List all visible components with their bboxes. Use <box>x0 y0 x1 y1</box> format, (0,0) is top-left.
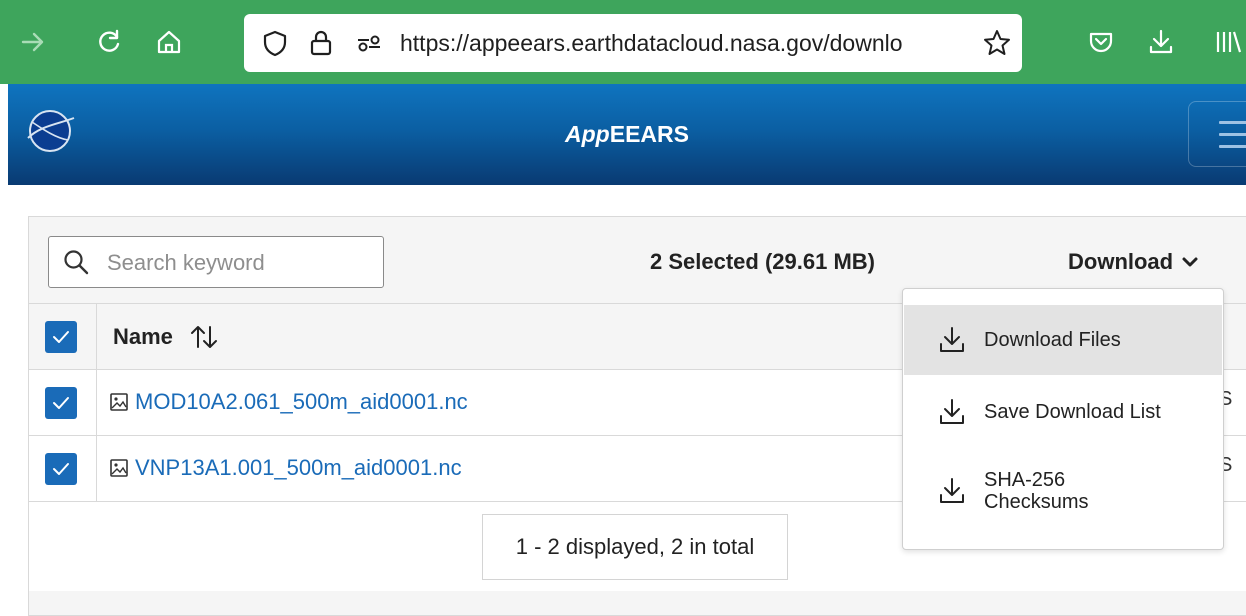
file-cell: VNP13A1.001_500m_aid0001.nc <box>109 453 462 483</box>
checkmark-icon <box>53 463 69 475</box>
menu-line-icon <box>1219 121 1246 124</box>
downloads-button[interactable] <box>1144 22 1178 62</box>
checkmark-icon <box>53 331 69 343</box>
lock-icon[interactable] <box>306 28 336 58</box>
search-icon <box>64 250 89 275</box>
file-cell: MOD10A2.061_500m_aid0001.nc <box>109 387 468 417</box>
menu-item-label: Save Download List <box>984 401 1161 423</box>
shield-icon[interactable] <box>260 28 290 58</box>
url-text[interactable]: https://appeears.earthdatacloud.nasa.gov… <box>400 28 975 58</box>
menu-item-label: Download Files <box>984 329 1121 351</box>
menu-item-save-download-list[interactable]: Save Download List <box>904 377 1222 447</box>
download-label: Download <box>1068 249 1174 274</box>
download-icon <box>1149 29 1173 54</box>
download-icon <box>940 327 964 352</box>
chevron-down-icon <box>1182 257 1198 267</box>
permissions-icon[interactable] <box>354 28 384 58</box>
menu-item-label: SHA-256 <box>984 469 1066 491</box>
name-header-label: Name <box>113 324 173 349</box>
row-check-cell <box>29 436 97 501</box>
row-checkbox[interactable] <box>45 387 77 419</box>
library-button[interactable] <box>1210 22 1244 62</box>
library-icon <box>1216 31 1241 53</box>
file-link[interactable]: VNP13A1.001_500m_aid0001.nc <box>135 453 462 483</box>
image-file-icon <box>110 459 128 477</box>
forward-button[interactable] <box>16 22 50 62</box>
home-icon <box>157 30 181 54</box>
download-dropdown-toggle[interactable]: Download <box>1068 245 1199 279</box>
row-check-cell <box>29 370 97 435</box>
select-all-cell <box>29 304 97 369</box>
sort-icon[interactable] <box>189 323 219 351</box>
bookmark-star-icon[interactable] <box>982 28 1012 58</box>
menu-button[interactable] <box>1188 101 1246 167</box>
name-column-header[interactable]: Name <box>113 322 219 352</box>
url-bar[interactable]: https://appeears.earthdatacloud.nasa.gov… <box>244 14 1022 72</box>
menu-item-label: Checksums <box>984 491 1089 513</box>
reload-icon <box>99 29 120 52</box>
select-all-checkbox[interactable] <box>45 321 77 353</box>
menu-line-icon <box>1219 133 1246 136</box>
download-icon <box>940 478 964 503</box>
reload-button[interactable] <box>92 22 126 62</box>
menu-item-download-files[interactable]: Download Files <box>904 305 1222 375</box>
home-button[interactable] <box>152 22 186 62</box>
checkmark-icon <box>53 397 69 409</box>
app-header: AppEEARS <box>8 84 1246 185</box>
selected-summary: 2 Selected (29.61 MB) <box>650 249 875 274</box>
download-dropdown-menu: Download Files Save Download List SHA-25… <box>902 288 1224 550</box>
search-input[interactable] <box>105 237 379 289</box>
app-title: AppEEARS <box>8 120 1246 148</box>
menu-item-sha256-checksums[interactable]: SHA-256 Checksums <box>904 449 1222 533</box>
row-checkbox[interactable] <box>45 453 77 485</box>
file-link[interactable]: MOD10A2.061_500m_aid0001.nc <box>135 387 468 417</box>
pagination-summary: 1 - 2 displayed, 2 in total <box>482 514 788 580</box>
app-title-main: EEARS <box>609 121 689 147</box>
image-file-icon <box>110 393 128 411</box>
search-box[interactable] <box>48 236 384 289</box>
browser-toolbar: https://appeears.earthdatacloud.nasa.gov… <box>0 0 1246 84</box>
menu-line-icon <box>1219 145 1246 148</box>
app-title-prefix: App <box>565 121 610 147</box>
pocket-icon <box>1089 32 1113 53</box>
arrow-right-icon <box>21 32 44 52</box>
download-icon <box>940 399 964 424</box>
pocket-button[interactable] <box>1084 22 1118 62</box>
